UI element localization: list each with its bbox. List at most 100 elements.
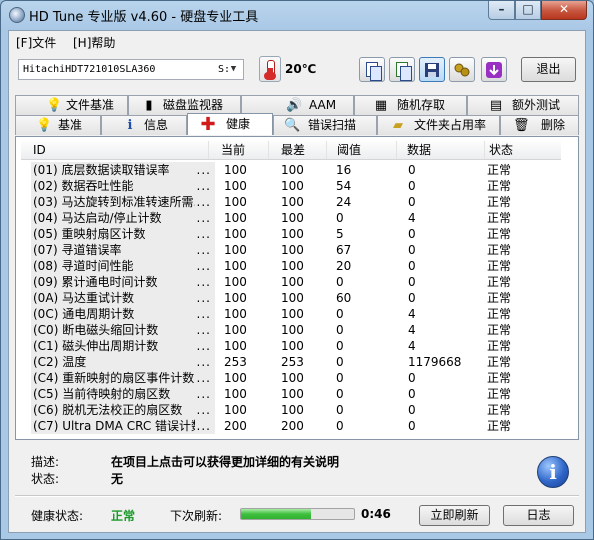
row-current: 100 xyxy=(224,274,274,290)
table-row[interactable]: (C0) 断电磁头缩回计数... 100 100 0 4 正常 xyxy=(21,322,561,338)
row-threshold-text: 0 xyxy=(336,355,344,369)
row-status: 正常 xyxy=(487,402,547,418)
tab-benchmark[interactable]: 💡 基准 xyxy=(15,115,101,135)
row-data: 0 xyxy=(408,226,488,242)
tab-error-scan[interactable]: 🔍 错误扫描 xyxy=(273,115,377,135)
row-status: 正常 xyxy=(487,258,547,274)
row-threshold: 0 xyxy=(336,402,396,418)
row-id-text: (C2) 温度 xyxy=(33,355,87,369)
maximize-button[interactable]: □ xyxy=(515,1,541,20)
close-button[interactable]: ✕ xyxy=(541,1,587,20)
table-row[interactable]: (C1) 磁头伸出周期计数... 100 100 0 4 正常 xyxy=(21,338,561,354)
row-status: 正常 xyxy=(487,418,547,434)
row-current: 100 xyxy=(224,306,274,322)
table-row[interactable]: (01) 底层数据读取错误率... 100 100 16 0 正常 xyxy=(21,162,561,178)
table-row[interactable]: (09) 累计通电时间计数... 100 100 0 0 正常 xyxy=(21,274,561,290)
table-row[interactable]: (02) 数据吞吐性能... 100 100 54 0 正常 xyxy=(21,178,561,194)
row-worst-text: 100 xyxy=(281,323,304,337)
row-current: 100 xyxy=(224,210,274,226)
col-data[interactable]: 数据 xyxy=(397,141,485,159)
table-row[interactable]: (0C) 通电周期计数... 100 100 0 4 正常 xyxy=(21,306,561,322)
row-id: (03) 马达旋转到标准转速所需...... xyxy=(31,194,215,210)
options-button[interactable] xyxy=(449,57,475,82)
row-status: 正常 xyxy=(487,370,547,386)
tab-file-benchmark[interactable]: 💡 文件基准 xyxy=(15,95,128,115)
divider xyxy=(15,495,579,497)
table-row[interactable]: (C6) 脱机无法校正的扇区数... 100 100 0 0 正常 xyxy=(21,402,561,418)
col-current[interactable]: 当前 xyxy=(209,141,269,159)
table-row[interactable]: (C2) 温度... 253 253 0 1179668 正常 xyxy=(21,354,561,370)
table-row[interactable]: (C4) 重新映射的扇区事件计数... 100 100 0 0 正常 xyxy=(21,370,561,386)
table-row[interactable]: (07) 寻道错误率... 100 100 67 0 正常 xyxy=(21,242,561,258)
row-current: 100 xyxy=(224,290,274,306)
exit-button[interactable]: 退出 xyxy=(521,57,576,82)
row-current: 100 xyxy=(224,162,274,178)
col-id[interactable]: ID xyxy=(21,141,209,159)
menu-bar: [F]文件 [H]帮助 xyxy=(9,31,585,51)
row-current-text: 100 xyxy=(224,307,247,321)
row-threshold-text: 0 xyxy=(336,339,344,353)
tab-health[interactable]: ✚ 健康 xyxy=(187,113,273,135)
col-threshold[interactable]: 阈值 xyxy=(327,141,397,159)
row-threshold-text: 0 xyxy=(336,403,344,417)
menu-file[interactable]: [F]文件 xyxy=(16,34,56,51)
row-threshold: 0 xyxy=(336,322,396,338)
col-worst[interactable]: 最差 xyxy=(269,141,327,159)
row-threshold: 54 xyxy=(336,178,396,194)
tab-disk-monitor[interactable]: ▮ 磁盘监视器 xyxy=(128,95,241,115)
tab-aam[interactable]: 🔊 AAM xyxy=(241,95,354,115)
table-row[interactable]: (05) 重映射扇区计数... 100 100 5 0 正常 xyxy=(21,226,561,242)
row-id-text: (05) 重映射扇区计数 xyxy=(33,227,146,241)
tab-extra-tests[interactable]: ▤ 额外测试 xyxy=(467,95,579,115)
row-threshold: 0 xyxy=(336,306,396,322)
row-current-text: 100 xyxy=(224,195,247,209)
row-current: 100 xyxy=(224,178,274,194)
row-data: 0 xyxy=(408,242,488,258)
disk-monitor-icon: ▮ xyxy=(145,98,153,113)
tab-info[interactable]: i 信息 xyxy=(101,115,187,135)
row-status: 正常 xyxy=(487,290,547,306)
minimize-button[interactable]: – xyxy=(488,1,515,20)
description-area: 描述: 在项目上点击可以获得更加详细的有关说明 状态: 无 xyxy=(15,445,579,491)
save-button[interactable] xyxy=(419,57,445,82)
row-threshold: 0 xyxy=(336,210,396,226)
benchmark-icon: 💡 xyxy=(36,118,53,133)
table-row[interactable]: (03) 马达旋转到标准转速所需...... 100 100 24 0 正常 xyxy=(21,194,561,210)
row-threshold: 0 xyxy=(336,354,396,370)
smart-attribute-list[interactable]: ID 当前 最差 阈值 数据 状态 (01) 底层数据读取错误率... 100 10… xyxy=(21,141,561,434)
refresh-now-button[interactable]: 立即刷新 xyxy=(419,505,490,526)
window-title: HD Tune 专业版 v4.60 - 硬盘专业工具 xyxy=(29,10,259,25)
row-id-text: (04) 马达启动/停止计数 xyxy=(33,211,162,225)
tab-erase[interactable]: 🗑 删除 xyxy=(500,115,579,135)
ellipsis-dots: ... xyxy=(194,370,211,386)
row-id-text: (C1) 磁头伸出周期计数 xyxy=(33,339,159,353)
table-row[interactable]: (04) 马达启动/停止计数... 100 100 0 4 正常 xyxy=(21,210,561,226)
log-button[interactable]: 日志 xyxy=(503,505,574,526)
tab-folder-usage[interactable]: ▰ 文件夹占用率 xyxy=(377,115,500,135)
row-status-text: 正常 xyxy=(487,227,512,241)
col-status[interactable]: 状态 xyxy=(485,141,561,159)
menu-help[interactable]: [H]帮助 xyxy=(73,34,115,51)
table-row[interactable]: (0A) 马达重试计数... 100 100 60 0 正常 xyxy=(21,290,561,306)
row-status-text: 正常 xyxy=(487,307,512,321)
row-data-text: 4 xyxy=(408,323,416,337)
drive-select[interactable]: HitachiHDT721010SLA360 S: ▼ xyxy=(18,59,244,80)
row-id: (0C) 通电周期计数... xyxy=(31,306,215,322)
table-row[interactable]: (C7) Ultra DMA CRC 错误计数... 200 200 0 0 正常 xyxy=(21,418,561,434)
row-id: (02) 数据吞吐性能... xyxy=(31,178,215,194)
copy-text-button[interactable] xyxy=(359,57,385,82)
download-button[interactable] xyxy=(481,57,507,82)
info-circle-icon[interactable]: i xyxy=(537,456,569,488)
copy-screenshot-button[interactable] xyxy=(389,57,415,82)
row-worst-text: 100 xyxy=(281,211,304,225)
table-row[interactable]: (C5) 当前待映射的扇区数... 100 100 0 0 正常 xyxy=(21,386,561,402)
title-bar[interactable]: HD Tune 专业版 v4.60 - 硬盘专业工具 – □ ✕ xyxy=(1,1,593,29)
tab-random-access[interactable]: ▦ 随机存取 xyxy=(354,95,467,115)
table-row[interactable]: (08) 寻道时间性能... 100 100 20 0 正常 xyxy=(21,258,561,274)
row-id-text: (08) 寻道时间性能 xyxy=(33,259,134,273)
row-data-text: 1179668 xyxy=(408,355,462,369)
app-icon xyxy=(9,7,25,23)
client-area: [F]文件 [H]帮助 HitachiHDT721010SLA360 S: ▼ … xyxy=(8,30,586,533)
row-data: 4 xyxy=(408,338,488,354)
row-id-text: (C7) Ultra DMA CRC 错误计数 xyxy=(33,419,204,433)
